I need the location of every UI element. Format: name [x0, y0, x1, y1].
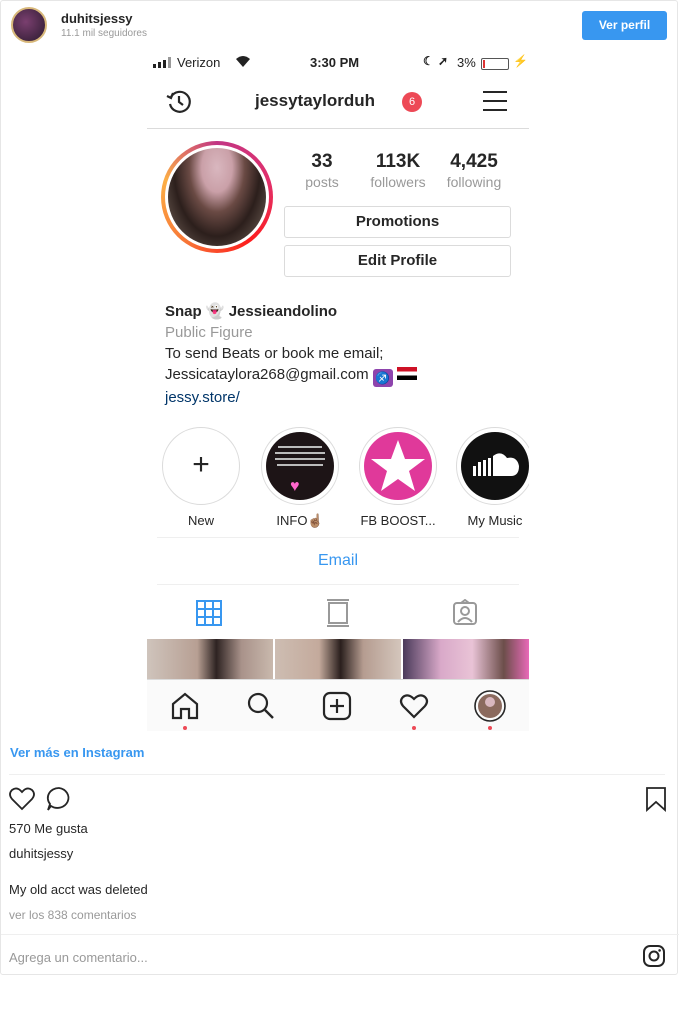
stat-followers-value: 113K [375, 151, 421, 172]
grid-post[interactable] [147, 639, 273, 679]
heart-emoji-icon: ♥ [290, 478, 300, 495]
profile-tabs [147, 587, 529, 637]
email-button[interactable]: Email [157, 537, 519, 585]
post-image-screenshot[interactable]: Verizon 3:30 PM ☾ ➚ 3% ⚡ jessytaylorduh … [147, 49, 529, 731]
bio-line: To send Beats or book me email; [165, 345, 384, 362]
notification-dot [412, 726, 416, 730]
stat-posts-label: posts [305, 174, 339, 190]
add-comment-input[interactable]: Agrega un comentario... [9, 950, 148, 965]
embed-follower-count: 11.1 mil seguidores [61, 28, 147, 39]
instagram-embed-card: duhitsjessy 11.1 mil seguidores Ver perf… [0, 0, 679, 975]
post-grid [147, 639, 529, 679]
highlight-label: FB BOOST... [360, 513, 436, 528]
battery-icon [481, 58, 509, 70]
bio-email[interactable]: Jessicataylora268@gmail.com [165, 366, 369, 383]
post-caption: My old acct was deleted [9, 882, 148, 897]
status-bar: Verizon 3:30 PM ☾ ➚ 3% ⚡ [147, 49, 529, 75]
bio-category: Public Figure [165, 324, 253, 341]
embed-header: duhitsjessy 11.1 mil seguidores Ver perf… [1, 1, 679, 49]
highlight-info[interactable]: ♥ INFO☝🏽 [260, 427, 340, 529]
notification-badge[interactable]: 6 [402, 92, 422, 112]
notification-dot [488, 726, 492, 730]
bio-name-prefix: Snap [165, 303, 202, 320]
grid-post[interactable] [403, 639, 529, 679]
moon-icon: ☾ [423, 54, 434, 68]
sagittarius-icon: ♐ [372, 369, 393, 387]
bio-email-line: Jessicataylora268@gmail.com ♐ [165, 364, 525, 387]
history-icon[interactable] [165, 88, 193, 116]
highlight-fb-boost[interactable]: FB BOOST... [358, 427, 438, 528]
flag-icon [396, 367, 417, 380]
new-post-icon[interactable] [321, 690, 353, 722]
view-profile-button[interactable]: Ver perfil [582, 11, 667, 40]
highlight-cover [461, 432, 529, 500]
signal-icon [153, 57, 173, 68]
profile-bio: Snap 👻 Jessieandolino Public Figure To s… [165, 301, 525, 408]
profile-tab-avatar[interactable] [474, 690, 506, 722]
wifi-icon [235, 55, 251, 71]
stat-posts-value: 33 [311, 151, 333, 172]
comment-icon[interactable] [45, 785, 73, 813]
like-heart-icon[interactable] [8, 785, 36, 813]
stat-following[interactable]: 4,425 following [434, 151, 514, 190]
highlight-cover: ♥ [266, 432, 334, 500]
stat-following-label: following [446, 174, 502, 190]
charging-icon: ⚡ [513, 54, 528, 68]
bio-name: Snap 👻 Jessieandolino [165, 301, 525, 322]
profile-username: jessytaylorduh [255, 91, 375, 110]
grid-icon[interactable] [195, 599, 223, 627]
plus-icon: + [192, 448, 210, 481]
stat-following-value: 4,425 [450, 151, 498, 172]
feed-view-icon[interactable] [324, 599, 352, 627]
battery-percent: 3% [457, 55, 476, 70]
divider [1, 934, 679, 935]
highlight-label: INFO☝🏽 [276, 513, 324, 528]
bottom-tab-bar [147, 679, 529, 731]
story-highlights: + New ♥ INFO☝🏽 FB BOOST... My Music [147, 427, 529, 529]
avatar[interactable] [11, 7, 47, 43]
stat-followers[interactable]: 113K followers [358, 151, 438, 190]
edit-profile-button[interactable]: Edit Profile [284, 245, 511, 277]
divider [9, 774, 665, 775]
heart-icon[interactable] [398, 690, 430, 722]
star-icon [371, 440, 425, 491]
highlight-my-music[interactable]: My Music [455, 427, 529, 528]
grid-post[interactable] [275, 639, 401, 679]
stat-posts[interactable]: 33 posts [282, 151, 362, 190]
location-arrow-icon: ➚ [438, 54, 449, 68]
ghost-emoji-icon: 👻 [205, 303, 225, 320]
highlight-new[interactable]: + New [161, 427, 241, 528]
tagged-icon[interactable] [451, 598, 479, 627]
bio-name-suffix: Jessieandolino [228, 303, 338, 320]
menu-icon[interactable] [483, 91, 507, 111]
highlight-label: New [187, 513, 214, 528]
soundcloud-icon [473, 453, 519, 476]
like-count[interactable]: 570 Me gusta [9, 821, 88, 836]
stat-followers-label: followers [370, 174, 426, 190]
home-icon[interactable] [169, 690, 201, 722]
highlight-cover [364, 432, 432, 500]
bookmark-icon[interactable] [642, 785, 670, 813]
instagram-logo-icon[interactable] [642, 944, 666, 968]
highlight-label: My Music [467, 513, 523, 528]
profile-picture[interactable] [161, 141, 273, 253]
search-icon[interactable] [245, 690, 277, 722]
caption-username[interactable]: duhitsjessy [9, 846, 73, 861]
profile-nav-bar: jessytaylorduh 6 [147, 75, 529, 129]
bio-website-link[interactable]: jessy.store/ [165, 387, 525, 408]
view-more-on-instagram-link[interactable]: Ver más en Instagram [10, 745, 144, 760]
embed-username[interactable]: duhitsjessy [61, 11, 133, 26]
notification-dot [183, 726, 187, 730]
status-time: 3:30 PM [310, 55, 360, 70]
profile-photo [168, 148, 266, 246]
view-comments-link[interactable]: ver los 838 comentarios [9, 908, 136, 922]
carrier-name: Verizon [177, 55, 221, 70]
promotions-button[interactable]: Promotions [284, 206, 511, 238]
